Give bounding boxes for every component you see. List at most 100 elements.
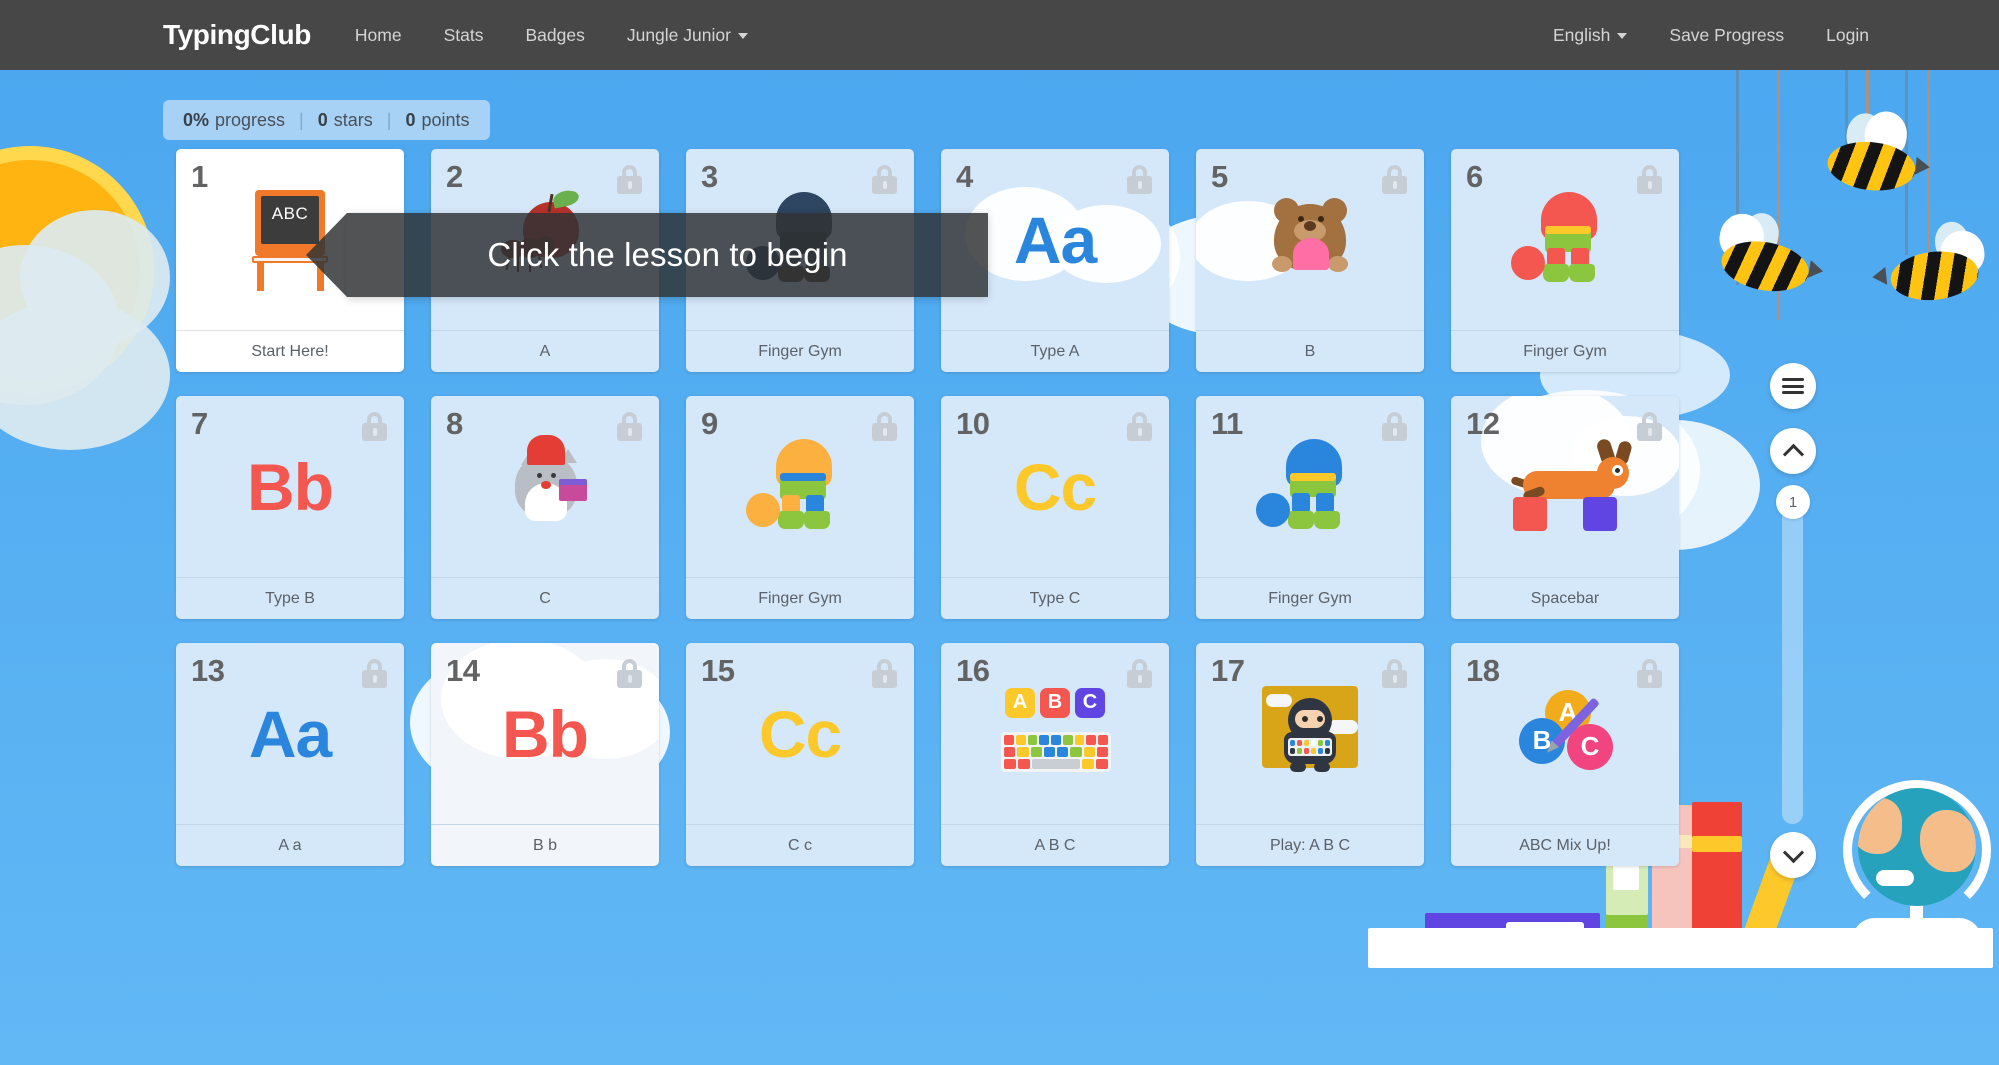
letter-text: Bb: [502, 696, 589, 771]
stars-label: stars: [333, 109, 373, 130]
chevron-up-icon: [1782, 443, 1804, 465]
letter-text: Cc: [758, 696, 842, 771]
lesson-number: 12: [1466, 406, 1500, 441]
mini-keyboard-icon: [1001, 731, 1111, 772]
nav-item-badges[interactable]: Badges: [525, 25, 584, 46]
lesson-tile-13[interactable]: 13 Aa A a: [176, 643, 404, 866]
lesson-label: C c: [686, 824, 914, 866]
lesson-label: B: [1196, 330, 1424, 372]
lesson-label: Type A: [941, 330, 1169, 372]
lesson-tile-7[interactable]: 7 Bb Type B: [176, 396, 404, 619]
lesson-tile-18[interactable]: 18 A B C ABC Mix Up!: [1451, 643, 1679, 866]
bee-icon-right: [1871, 220, 1987, 308]
lesson-art-ninja-keyboard-icon: [1196, 643, 1424, 824]
lesson-label: Spacebar: [1451, 577, 1679, 619]
block-letter-b: B: [1040, 687, 1070, 718]
nav-item-jungle-junior-label: Jungle Junior: [626, 24, 731, 45]
lesson-art-bear-icon: [1196, 149, 1424, 330]
brand-logo[interactable]: TypingClub: [163, 19, 311, 51]
letter-text: Aa: [248, 696, 332, 771]
lesson-label: Finger Gym: [1196, 577, 1424, 619]
progress-separator-2: |: [386, 109, 392, 130]
lesson-art-letter-Cc-yellow: Cc: [686, 643, 914, 824]
nav-item-login[interactable]: Login: [1826, 25, 1869, 46]
lesson-label: Finger Gym: [1451, 330, 1679, 372]
tooltip-arrow-icon: [306, 213, 347, 297]
lesson-tile-5[interactable]: 5 B: [1196, 149, 1424, 372]
chevron-down-icon: [1617, 32, 1628, 39]
letter-text: Bb: [247, 449, 334, 524]
nav-item-language-label: English: [1552, 24, 1611, 45]
nav-item-language[interactable]: English: [1552, 24, 1628, 46]
top-navigation-bar: TypingClub Home Stats Badges Jungle Juni…: [0, 0, 1999, 70]
nav-item-jungle-junior[interactable]: Jungle Junior: [627, 25, 748, 46]
lesson-label: Finger Gym: [686, 577, 914, 619]
lesson-tile-10[interactable]: 10 Cc Type C: [941, 396, 1169, 619]
nav-left-group: TypingClub Home Stats Badges Jungle Juni…: [0, 19, 748, 51]
book-shelf: [1368, 928, 1993, 968]
page-indicator[interactable]: 1: [1776, 485, 1810, 519]
lesson-label: C: [431, 577, 659, 619]
lesson-tile-9[interactable]: 9 Finger Gym: [686, 396, 914, 619]
lesson-label: ABC Mix Up!: [1451, 824, 1679, 866]
lesson-label: Play: A B C: [1196, 824, 1424, 866]
lock-icon: [617, 659, 642, 688]
lesson-art-letter-Bb-red: Bb: [176, 396, 404, 577]
book-red-stripe-1: [1692, 836, 1742, 852]
scroll-down-button[interactable]: [1770, 832, 1816, 878]
stars-value: 0: [317, 109, 328, 130]
points-label: points: [421, 109, 470, 130]
progress-separator-1: |: [299, 109, 304, 130]
lesson-number: 14: [446, 653, 480, 688]
lesson-label: Finger Gym: [686, 330, 914, 372]
chevron-down-icon: [737, 32, 748, 39]
lesson-art-finger-gym-orange-icon: [686, 396, 914, 577]
nav-right-group: English Save Progress Login: [1553, 25, 1999, 46]
letter-text: Cc: [1013, 449, 1097, 524]
block-letter-c: C: [1075, 687, 1105, 718]
lesson-art-letter-Aa-blue: Aa: [176, 643, 404, 824]
globe-sphere: [1858, 788, 1976, 906]
lesson-tile-17[interactable]: 17 Play: A B C: [1196, 643, 1424, 866]
lesson-art-finger-gym-blue-icon: [1196, 396, 1424, 577]
progress-percent-label: progress: [215, 109, 286, 130]
lesson-art-finger-gym-red-icon: [1451, 149, 1679, 330]
nav-item-home[interactable]: Home: [355, 25, 402, 46]
hamburger-menu-icon-bar2: [1782, 384, 1804, 388]
lock-icon: [1637, 412, 1662, 441]
block-letter-a: A: [1005, 687, 1035, 718]
lesson-tile-11[interactable]: 11 Finger Gym: [1196, 396, 1424, 619]
vertical-scrollbar[interactable]: [1782, 508, 1803, 824]
nav-item-save-progress[interactable]: Save Progress: [1669, 25, 1784, 46]
lesson-art-abc-circles-pencil-icon: A B C: [1451, 643, 1679, 824]
lesson-label: A: [431, 330, 659, 372]
lesson-art-letter-Cc-yellow: Cc: [941, 396, 1169, 577]
progress-summary-bar: 0% progress | 0 stars | 0 points: [163, 100, 490, 140]
chevron-down-icon: [1782, 841, 1804, 863]
lesson-label: A B C: [941, 824, 1169, 866]
bee-icon-top: [1815, 109, 1931, 198]
lesson-tile-8[interactable]: 8 C: [431, 396, 659, 619]
lesson-tile-16[interactable]: 16 A B C A B C: [941, 643, 1169, 866]
points-value: 0: [405, 109, 416, 130]
lesson-tile-12[interactable]: 12 Spacebar: [1451, 396, 1679, 619]
progress-percent-value: 0%: [183, 109, 210, 130]
tooltip-message: Click the lesson to begin: [487, 236, 848, 273]
lesson-tile-15[interactable]: 15 Cc C c: [686, 643, 914, 866]
nav-item-stats[interactable]: Stats: [444, 25, 484, 46]
letter-text: Aa: [1013, 202, 1097, 277]
lesson-art-abc-blocks-keyboard-icon: A B C: [941, 643, 1169, 824]
lesson-label: B b: [431, 824, 659, 866]
lesson-art-cat-chef-icon: [431, 396, 659, 577]
hamburger-menu-icon: [1782, 378, 1804, 381]
lesson-label: Type C: [941, 577, 1169, 619]
menu-button[interactable]: [1770, 363, 1816, 409]
lesson-label: A a: [176, 824, 404, 866]
scroll-up-button[interactable]: [1770, 428, 1816, 474]
onboarding-tooltip: Click the lesson to begin: [306, 213, 988, 297]
hamburger-menu-icon-bar3: [1782, 391, 1804, 394]
lesson-tile-6[interactable]: 6 Finger Gym: [1451, 149, 1679, 372]
typingclub-page: TypingClub Home Stats Badges Jungle Juni…: [0, 0, 1999, 1065]
lesson-tile-14[interactable]: 14 Bb B b: [431, 643, 659, 866]
lesson-label: Start Here!: [176, 330, 404, 372]
